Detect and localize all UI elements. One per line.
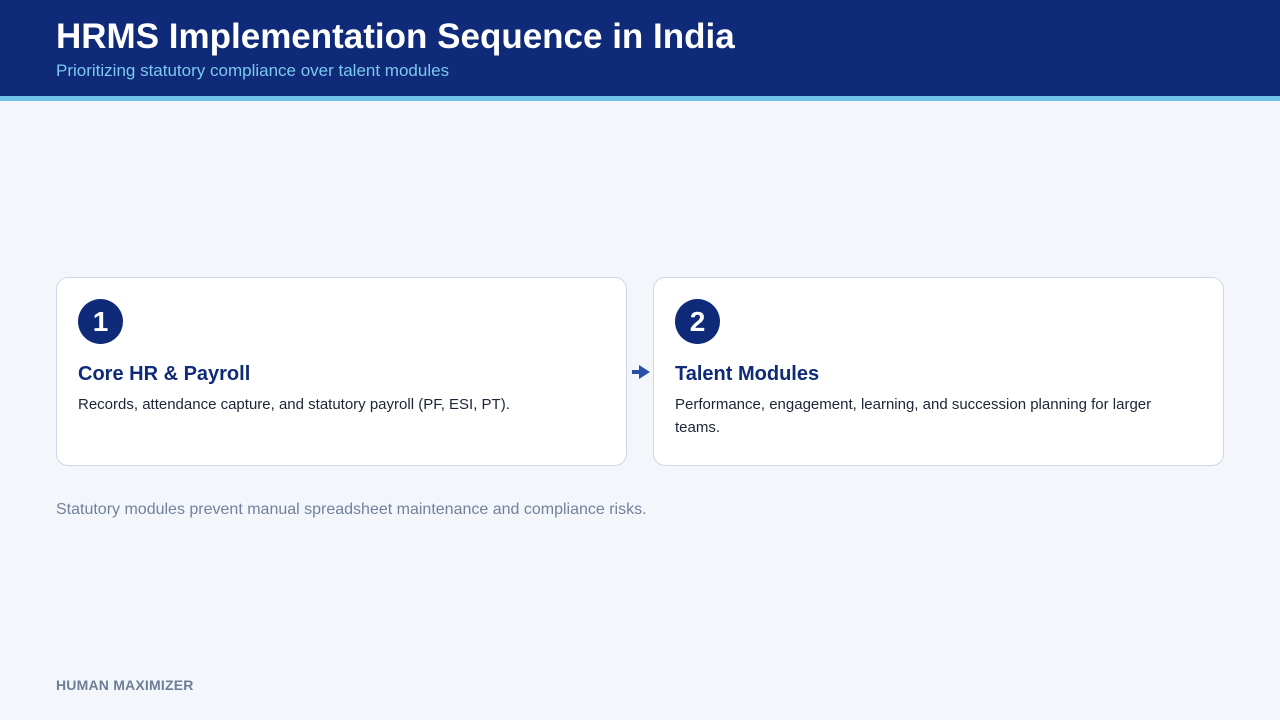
header-accent-rule — [0, 96, 1280, 101]
step-card-2: 2 Talent Modules Performance, engagement… — [653, 277, 1224, 466]
step-number-badge: 1 — [78, 299, 123, 344]
page-subtitle: Prioritizing statutory compliance over t… — [56, 61, 450, 80]
step-card-1: 1 Core HR & Payroll Records, attendance … — [56, 277, 627, 466]
page-title: HRMS Implementation Sequence in India — [56, 17, 735, 56]
step-title: Core HR & Payroll — [78, 363, 251, 385]
header-bar: HRMS Implementation Sequence in India Pr… — [0, 0, 1280, 96]
step-description: Performance, engagement, learning, and s… — [675, 396, 1152, 436]
step-title: Talent Modules — [675, 363, 820, 385]
brand-label: HUMAN MAXIMIZER — [56, 677, 194, 693]
step-number-badge: 2 — [675, 299, 720, 344]
arrow-right-icon — [632, 365, 650, 379]
step-description: Records, attendance capture, and statuto… — [78, 396, 510, 413]
footnote: Statutory modules prevent manual spreads… — [56, 501, 647, 518]
